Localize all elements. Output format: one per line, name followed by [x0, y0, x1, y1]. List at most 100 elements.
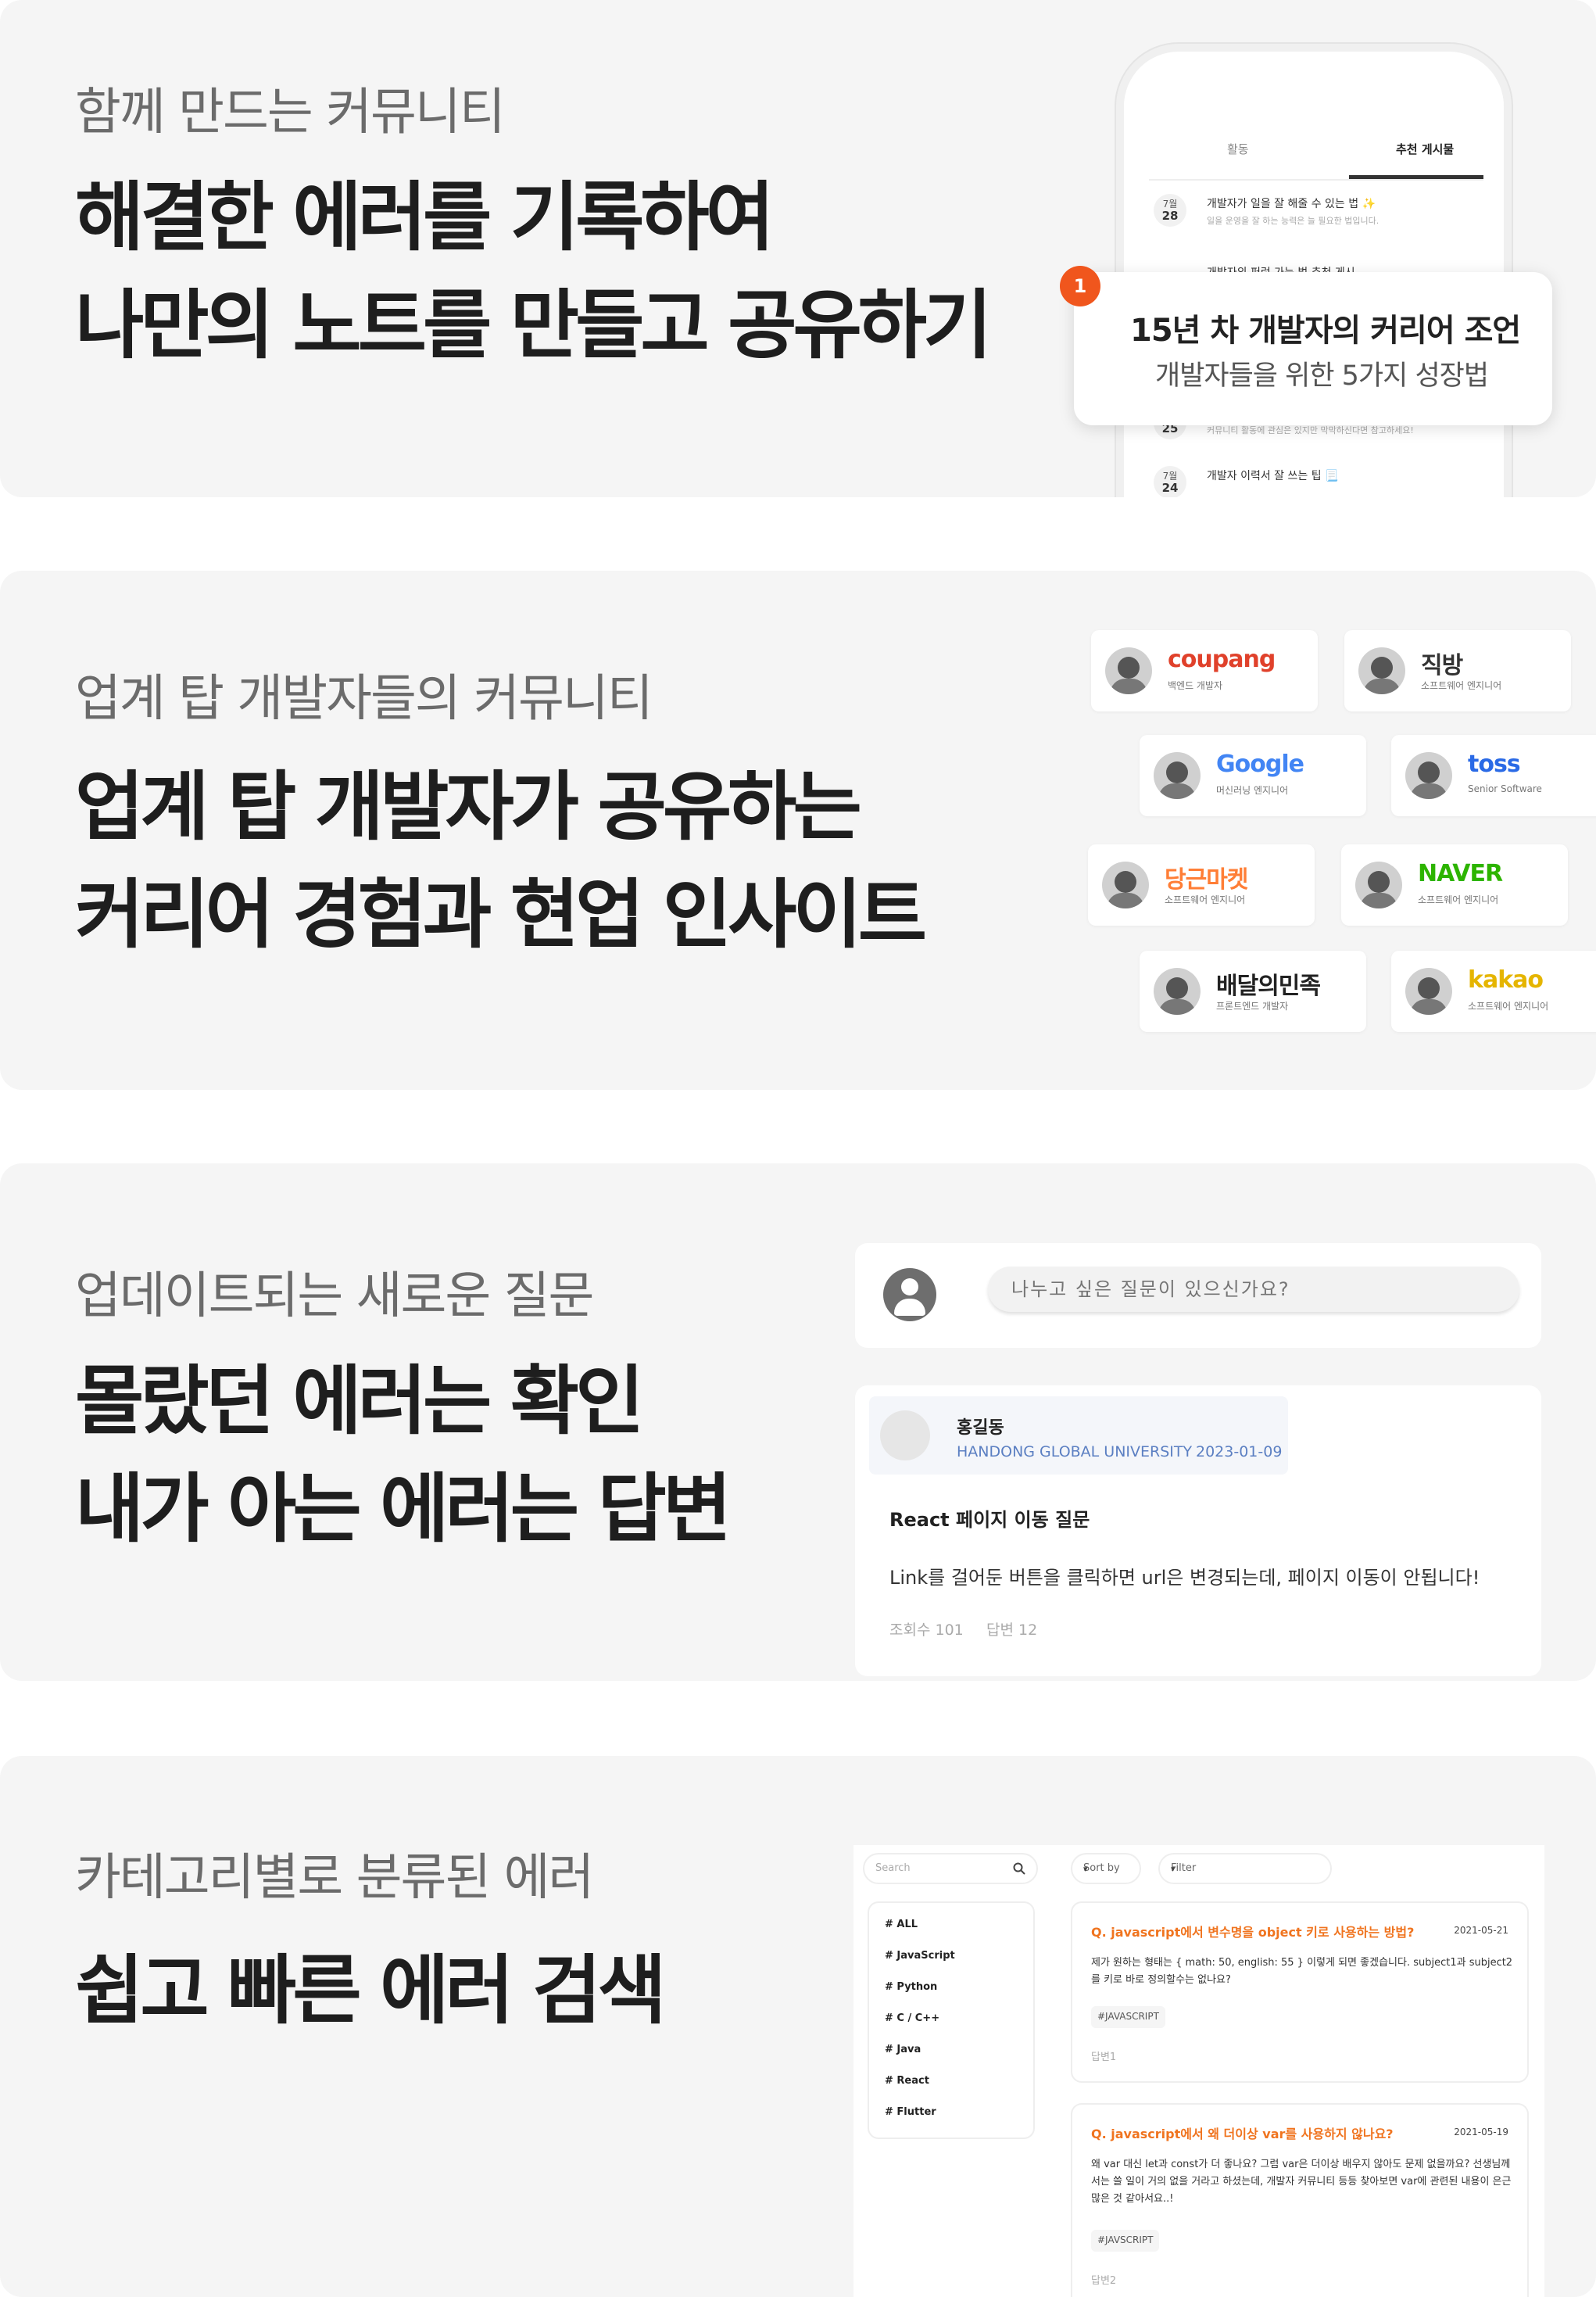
- post-tag[interactable]: #JAVSCRIPT: [1091, 2230, 1160, 2252]
- category-item-all[interactable]: # ALL: [885, 1919, 918, 1930]
- developer-role: 소프트웨어 엔지니어: [1468, 1001, 1549, 1012]
- category-item-react[interactable]: # React: [885, 2075, 929, 2087]
- phone-post-item[interactable]: 7월 24 개발자 이력서 잘 쓰는 팁 📃: [1154, 466, 1482, 497]
- sort-dropdown[interactable]: Sort by ▾: [1071, 1853, 1141, 1884]
- post-date: 2021-05-19: [1454, 2127, 1508, 2138]
- company-card-toss[interactable]: toss Senior Software: [1391, 735, 1596, 816]
- post-desc: 커뮤니티 활동에 관심은 있지만 막막하신다면 참고하세요!: [1207, 425, 1414, 435]
- section-title-line1: 해결한 에러를 기록하여: [75, 174, 775, 261]
- popup-title: 15년 차 개발자의 커리어 조언: [1130, 313, 1521, 349]
- post-date-badge: 7월 24: [1154, 466, 1186, 497]
- developer-avatar: [1154, 752, 1201, 799]
- company-logo: 당근마켓: [1165, 866, 1248, 894]
- company-logo: 배달의민족: [1216, 973, 1321, 1000]
- section-title-line2: 내가 아는 에러는 답변: [75, 1465, 732, 1553]
- question-author-header: 홍길동 HANDONG GLOBAL UNIVERSITY 2023-01-09: [869, 1396, 1288, 1475]
- post-title: 개발자가 일을 잘 해줄 수 있는 법 ✨: [1207, 198, 1376, 210]
- developer-avatar: [1154, 968, 1201, 1015]
- section-subtitle: 업데이트되는 새로운 질문: [75, 1267, 594, 1325]
- post-body: 제가 원하는 형태는 { math: 50, english: 55 } 이렇게…: [1091, 1957, 1513, 1986]
- category-item-cpp[interactable]: # C / C++: [885, 2012, 939, 2024]
- category-item-javascript[interactable]: # JavaScript: [885, 1950, 955, 1962]
- post-card[interactable]: Q. javascript에서 왜 더이상 var를 사용하지 않나요? 202…: [1071, 2103, 1529, 2297]
- filter-dropdown[interactable]: Filter ▾: [1158, 1853, 1332, 1884]
- category-item-python[interactable]: # Python: [885, 1981, 937, 1993]
- developer-role: 머신러닝 엔지니어: [1216, 785, 1289, 796]
- category-item-flutter[interactable]: # Flutter: [885, 2106, 936, 2118]
- chevron-down-icon: ▾: [1171, 1864, 1176, 1874]
- developer-role: 프론트엔드 개발자: [1216, 1001, 1289, 1012]
- company-card-zigbang[interactable]: 직방 소프트웨어 엔지니어: [1344, 630, 1571, 711]
- section-subtitle: 카테고리별로 분류된 에러: [75, 1849, 594, 1907]
- post-title: 개발자 이력서 잘 쓰는 팁 📃: [1207, 470, 1339, 482]
- question-views: 조회수 101: [889, 1622, 964, 1639]
- section-title-line2: 나만의 노트를 만들고 공유하기: [75, 281, 992, 369]
- search-input[interactable]: Search: [863, 1853, 1038, 1884]
- post-title[interactable]: Q. javascript에서 변수명을 object 키로 사용하는 방법?: [1091, 1922, 1414, 1940]
- developer-role: 소프트웨어 엔지니어: [1418, 894, 1499, 905]
- post-card[interactable]: Q. javascript에서 변수명을 object 키로 사용하는 방법? …: [1071, 1901, 1529, 2083]
- phone-tab-activity[interactable]: 활동: [1227, 141, 1249, 157]
- company-logo: 직방: [1421, 652, 1463, 679]
- developer-avatar: [1358, 647, 1405, 694]
- phone-tab-recommended[interactable]: 추천 게시물: [1396, 141, 1454, 157]
- developer-avatar: [1102, 862, 1149, 908]
- author-school: HANDONG GLOBAL UNIVERSITY: [957, 1443, 1193, 1460]
- popup-desc: 개발자들을 위한 5가지 성장법: [1155, 360, 1489, 392]
- post-date: 2021-05-21: [1454, 1925, 1508, 1936]
- question-answers: 답변 12: [986, 1622, 1038, 1639]
- notification-badge: 1: [1060, 266, 1100, 306]
- question-title[interactable]: React 페이지 이동 질문: [889, 1504, 1090, 1532]
- company-card-baemin[interactable]: 배달의민족 프론트엔드 개발자: [1140, 951, 1366, 1032]
- search-placeholder: Search: [875, 1862, 911, 1874]
- post-answers: 답변2: [1091, 2275, 1117, 2287]
- question-card[interactable]: 홍길동 HANDONG GLOBAL UNIVERSITY 2023-01-09…: [855, 1385, 1541, 1676]
- chevron-down-icon: ▾: [1083, 1864, 1088, 1874]
- feature-section-notes: 함께 만드는 커뮤니티 해결한 에러를 기록하여 나만의 노트를 만들고 공유하…: [0, 0, 1596, 497]
- ask-question-input[interactable]: [988, 1267, 1519, 1312]
- user-avatar-icon: [883, 1268, 936, 1321]
- company-logo: NAVER: [1418, 860, 1503, 887]
- section-title-line2: 커리어 경험과 현업 인사이트: [75, 871, 927, 959]
- developer-role: Senior Software: [1468, 783, 1542, 794]
- developer-avatar: [1405, 752, 1452, 799]
- section-title: 쉽고 빠른 에러 검색: [75, 1947, 667, 2034]
- company-card-daangn[interactable]: 당근마켓 소프트웨어 엔지니어: [1088, 844, 1315, 926]
- company-logo: coupang: [1168, 646, 1276, 673]
- developer-avatar: [1405, 968, 1452, 1015]
- developer-role: 백엔드 개발자: [1168, 680, 1223, 691]
- phone-tab-divider: [1149, 179, 1483, 181]
- post-body: 왜 var 대신 let과 const가 더 좋나요? 그럼 var은 더이상 …: [1091, 2159, 1512, 2205]
- question-date: 2023-01-09: [1196, 1443, 1283, 1460]
- developer-role: 소프트웨어 엔지니어: [1421, 680, 1502, 691]
- post-tag[interactable]: #JAVASCRIPT: [1091, 2006, 1165, 2028]
- section-title-line1: 업계 탑 개발자가 공유하는: [75, 763, 862, 851]
- company-card-coupang[interactable]: coupang 백엔드 개발자: [1091, 630, 1318, 711]
- phone-tab-indicator: [1349, 175, 1483, 179]
- company-card-google[interactable]: Google 머신러닝 엔지니어: [1140, 735, 1366, 816]
- post-date-badge: 7월 28: [1154, 194, 1186, 227]
- category-item-java[interactable]: # Java: [885, 2044, 921, 2055]
- category-list: # ALL # JavaScript # Python # C / C++ # …: [868, 1901, 1035, 2139]
- company-card-naver[interactable]: NAVER 소프트웨어 엔지니어: [1341, 844, 1568, 926]
- ask-question-box: [855, 1243, 1541, 1348]
- company-logo: kakao: [1468, 966, 1544, 994]
- section-subtitle: 업계 탑 개발자들의 커뮤니티: [75, 670, 653, 728]
- highlight-post-popup[interactable]: 15년 차 개발자의 커리어 조언 개발자들을 위한 5가지 성장법: [1074, 272, 1552, 425]
- post-desc: 일을 운영을 잘 하는 능력은 늘 필요한 법입니다.: [1207, 216, 1380, 226]
- post-title[interactable]: Q. javascript에서 왜 더이상 var를 사용하지 않나요?: [1091, 2123, 1394, 2142]
- question-body: Link를 걸어둔 버튼을 클릭하면 url은 변경되는데, 페이지 이동이 안…: [889, 1567, 1480, 1589]
- developer-avatar: [1355, 862, 1402, 908]
- post-answers: 답변1: [1091, 2052, 1117, 2063]
- author-avatar: [880, 1410, 930, 1460]
- developer-role: 소프트웨어 엔지니어: [1165, 894, 1246, 905]
- search-icon[interactable]: [1013, 1862, 1025, 1875]
- developer-avatar: [1105, 647, 1152, 694]
- company-logo: toss: [1468, 751, 1521, 778]
- section-title-line1: 몰랐던 에러는 확인: [75, 1357, 644, 1445]
- author-name: 홍길동: [957, 1418, 1004, 1438]
- section-subtitle: 함께 만드는 커뮤니티: [75, 84, 506, 142]
- company-card-kakao[interactable]: kakao 소프트웨어 엔지니어: [1391, 951, 1596, 1032]
- company-logo: Google: [1216, 751, 1304, 778]
- phone-post-item[interactable]: 7월 28 개발자가 일을 잘 해줄 수 있는 법 ✨ 일을 운영을 잘 하는 능…: [1154, 194, 1482, 241]
